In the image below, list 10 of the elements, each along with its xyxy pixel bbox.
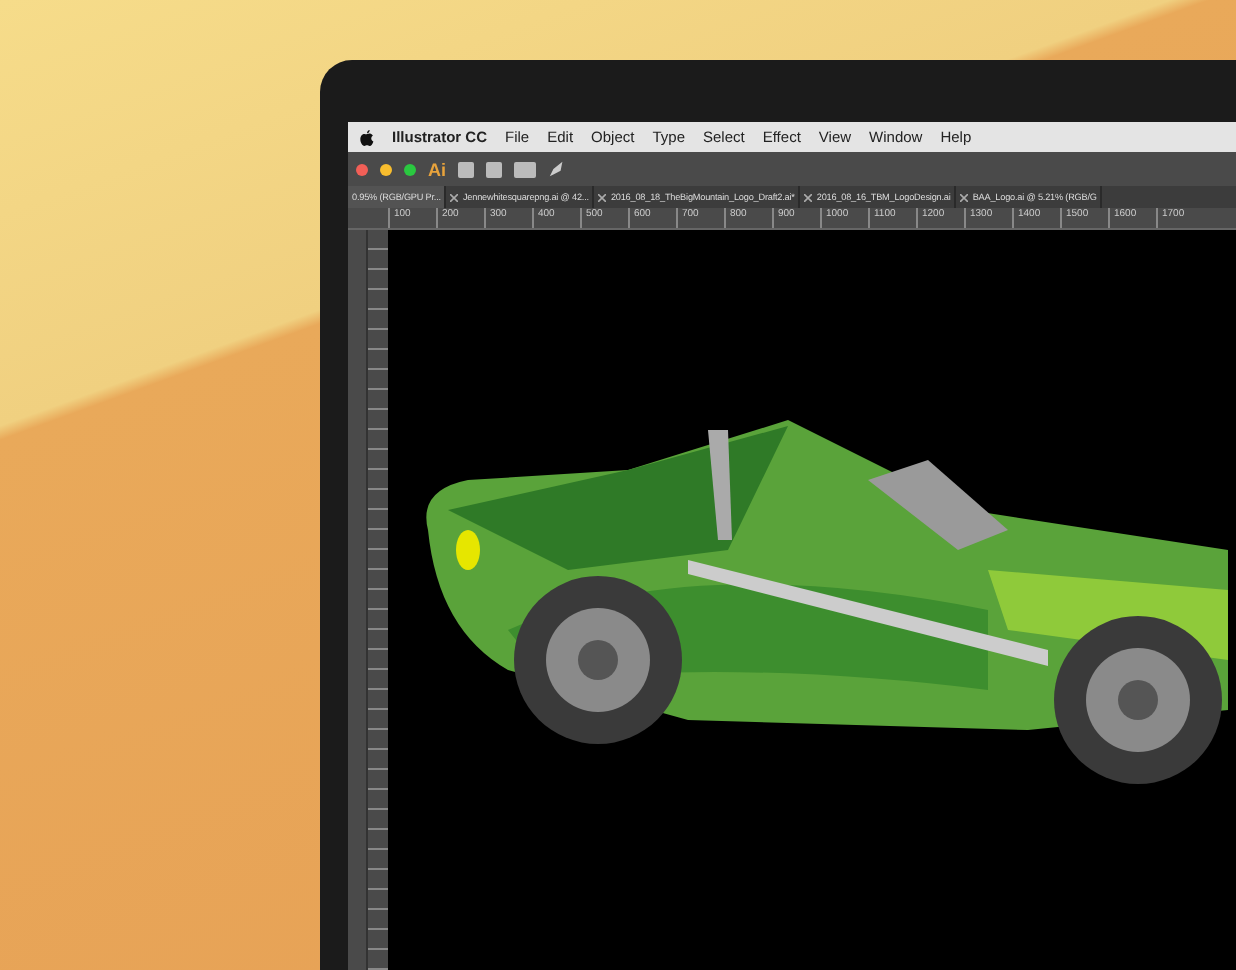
apple-icon	[360, 129, 374, 145]
close-icon[interactable]	[960, 193, 969, 201]
layout-icon[interactable]	[514, 161, 536, 177]
close-icon[interactable]	[450, 193, 459, 201]
minimize-icon[interactable]	[380, 163, 392, 175]
zoom-icon[interactable]	[404, 163, 416, 175]
app-logo: Ai	[428, 159, 446, 179]
close-icon[interactable]	[356, 163, 368, 175]
close-icon[interactable]	[598, 193, 607, 201]
close-icon[interactable]	[804, 193, 813, 201]
